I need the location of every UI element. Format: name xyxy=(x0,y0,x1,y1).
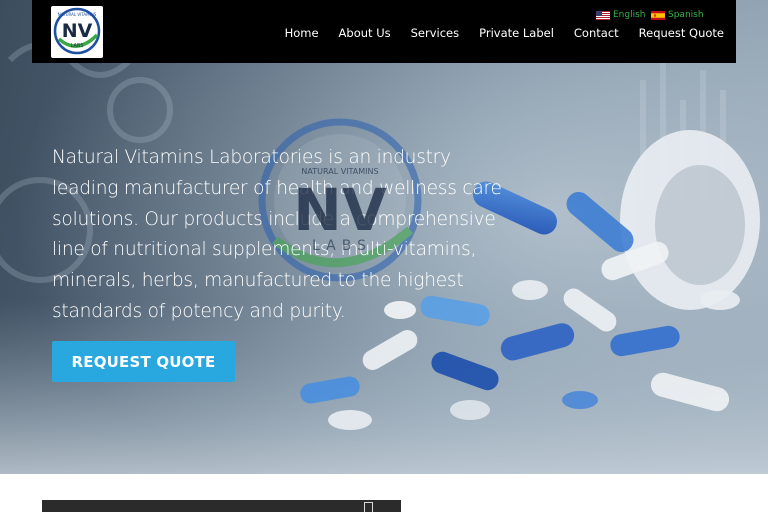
logo-text: NV xyxy=(62,20,93,42)
site-header: NATURAL VITAMINS NV LABS English Spanish xyxy=(32,0,736,63)
language-english-label: English xyxy=(613,10,646,20)
nav-private-label[interactable]: Private Label xyxy=(459,26,554,40)
watermark-ring-text: NATURAL VITAMINS xyxy=(301,167,378,176)
nv-labs-logo[interactable]: NATURAL VITAMINS NV LABS xyxy=(51,6,103,58)
video-thumbnail[interactable] xyxy=(42,500,401,512)
main-nav: Home About Us Services Private Label Con… xyxy=(265,26,724,40)
hero-watermark-text: NATURAL VITAMINS NV LABS xyxy=(293,167,387,254)
logo-subtext: LABS xyxy=(71,43,84,49)
request-quote-button[interactable]: REQUEST QUOTE xyxy=(52,341,235,382)
nav-request-quote[interactable]: Request Quote xyxy=(619,26,724,40)
video-file-icon xyxy=(364,502,373,512)
nav-services[interactable]: Services xyxy=(391,26,460,40)
us-flag-icon xyxy=(596,10,610,20)
nav-contact[interactable]: Contact xyxy=(554,26,619,40)
es-flag-icon xyxy=(651,10,665,20)
language-spanish-link[interactable]: Spanish xyxy=(651,9,704,21)
watermark-text: NV xyxy=(293,176,387,244)
logo-ring-text: NATURAL VITAMINS xyxy=(58,12,97,17)
language-english-link[interactable]: English xyxy=(596,9,646,21)
language-spanish-label: Spanish xyxy=(668,10,704,20)
page: Natural Vitamins Laboratories is an indu… xyxy=(0,0,768,512)
nav-about-us[interactable]: About Us xyxy=(319,26,391,40)
watermark-subtext: LABS xyxy=(312,238,372,254)
nav-home[interactable]: Home xyxy=(265,26,319,40)
